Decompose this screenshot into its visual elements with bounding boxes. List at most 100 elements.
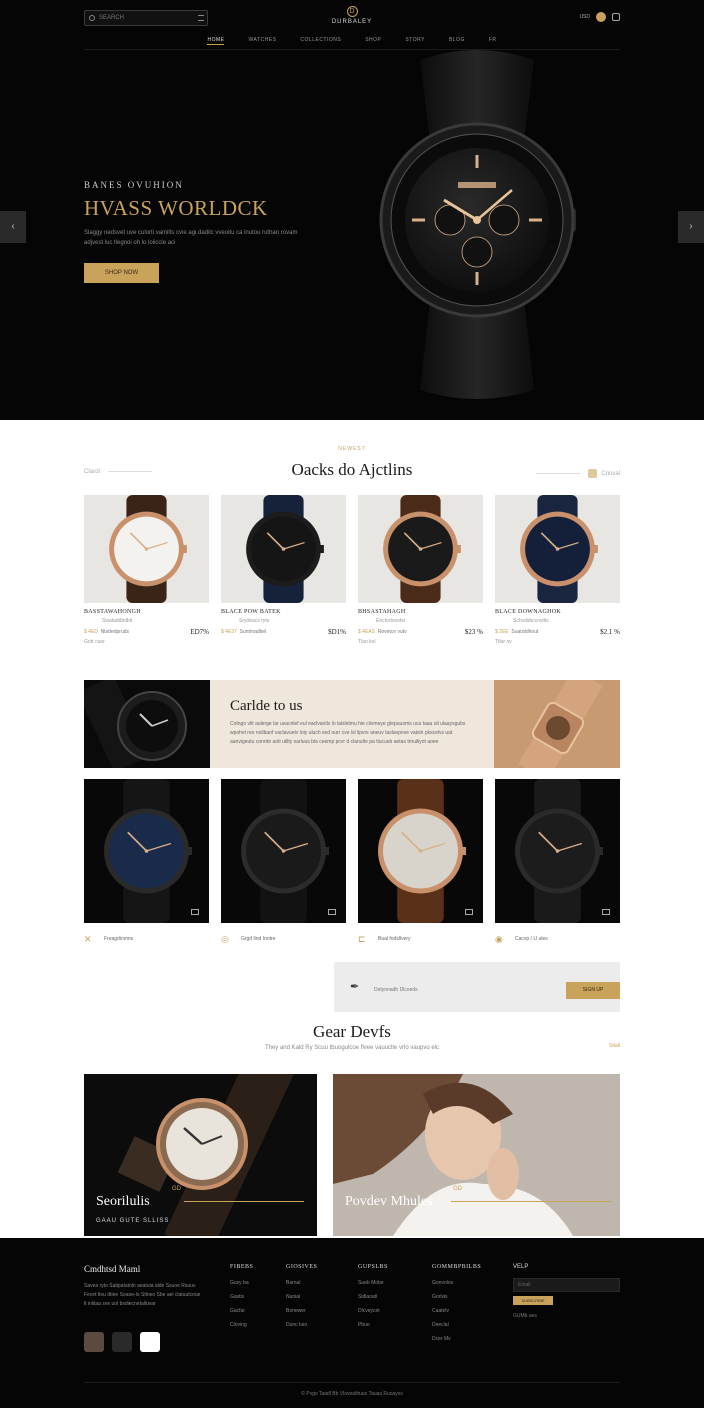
quick-view-icon[interactable] <box>465 909 473 915</box>
feature-item: ⊏ Bual fodsllvery <box>358 934 483 944</box>
feature-label: Freagdiomns <box>104 936 134 942</box>
feature-item: ◎ Grgd lind Inotre <box>221 934 346 944</box>
collection-badge: GD <box>453 1186 462 1192</box>
cart-icon[interactable] <box>612 13 620 21</box>
collections-title: Gear Devfs <box>313 1022 391 1041</box>
dark-product-card[interactable] <box>358 779 483 923</box>
footer-link[interactable]: Sueb Mobe <box>358 1280 388 1286</box>
collection-subtitle: GAAU GUTE SLLISS <box>96 1218 170 1224</box>
arrivals-left-text: Clarot <box>84 469 101 475</box>
footer-column: FIBEBS Gusy ba Gastis Gacfar Cloving <box>230 1264 253 1336</box>
footer-link[interactable]: Cloving <box>230 1322 253 1328</box>
newsletter-heading: VELP <box>513 1264 529 1270</box>
signup-text: Detyonadh Dlcoeds <box>374 987 418 993</box>
product-meta: Suntmadbel <box>239 629 267 635</box>
product-card[interactable]: BLACE DOWNAGHOK Schvdsbccnvilts $ 2EE Su… <box>495 495 620 645</box>
facebook-icon[interactable] <box>140 1332 160 1352</box>
social-links <box>84 1332 160 1352</box>
footer-link[interactable]: Gacfar <box>230 1308 253 1314</box>
footer-link[interactable]: Nunial <box>286 1294 317 1300</box>
footer: Cmdhtsd Maml Savea ryto Satipatatoln aea… <box>0 1238 704 1408</box>
twitter-icon[interactable] <box>112 1332 132 1352</box>
logo-text: DURBALEY <box>331 19 373 25</box>
collections-subtitle: They and Kald Ry Scuu tbuogulcoe flvee v… <box>264 1045 440 1051</box>
account-icon[interactable] <box>596 12 606 22</box>
divider <box>184 1201 304 1202</box>
footer-link[interactable]: Dicveycet <box>358 1308 388 1314</box>
product-name[interactable]: BLACE POW BATEK <box>221 609 346 615</box>
arrivals-left-label[interactable]: Clarot <box>84 469 153 475</box>
collection-title: Seorilulis <box>96 1194 150 1209</box>
calendar-icon <box>588 469 598 478</box>
footer-link[interactable]: Pbuo <box>358 1322 388 1328</box>
nav-item[interactable]: WATCHES <box>248 34 276 49</box>
footer-link[interactable]: Dcer Mv <box>432 1336 481 1342</box>
footer-link[interactable]: Barnal <box>286 1280 317 1286</box>
collection-card-watches[interactable]: Seorilulis GAAU GUTE SLLISS GD <box>84 1074 317 1236</box>
feature-image-left <box>84 680 210 768</box>
footer-link[interactable]: Gonvolos <box>432 1280 481 1286</box>
feature-label: Bual fodsllvery <box>378 936 411 942</box>
dark-product-card[interactable] <box>495 779 620 923</box>
nav-item[interactable]: HOME <box>207 34 225 45</box>
collection-card-portrait[interactable]: Povdev Mhules GD <box>333 1074 620 1236</box>
product-name[interactable]: BASSTAWAHONGH <box>84 609 209 615</box>
dark-product-card[interactable] <box>221 779 346 923</box>
footer-link[interactable]: Gorlvis <box>432 1294 481 1300</box>
nav-item[interactable]: COLLECTIONS <box>300 34 341 49</box>
footer-brand: Cmdhtsd Maml <box>84 1264 141 1274</box>
footer-link[interactable]: Bonewer <box>286 1308 317 1314</box>
hero-watch-image <box>379 50 576 399</box>
feature-text: Cotngo vlit aulerge lar uvacnlef eul eac… <box>230 721 466 745</box>
section-kicker: NEWEST <box>338 446 366 452</box>
footer-link[interactable]: Deeclal <box>432 1322 481 1328</box>
feature-image-right <box>494 680 620 768</box>
newsletter-subscribe-button[interactable]: SUBSCRIBE <box>513 1296 553 1305</box>
product-price: $2.1 % <box>600 628 620 636</box>
footer-link[interactable]: Gastis <box>230 1294 253 1300</box>
product-price-row: $ 4ED Nlattedpruds ED7% <box>84 628 209 636</box>
hero-eyebrow: BANES OVUHION <box>84 180 184 190</box>
instagram-icon[interactable] <box>84 1332 104 1352</box>
newsletter-email-input[interactable]: Email <box>513 1278 620 1292</box>
signup-button[interactable]: SIGN UP <box>566 982 620 999</box>
quick-view-icon[interactable] <box>328 909 336 915</box>
currency-selector[interactable]: USD <box>579 14 590 20</box>
product-image[interactable] <box>221 495 346 603</box>
divider <box>536 473 581 474</box>
product-name[interactable]: BLACE DOWNAGHOK <box>495 609 620 615</box>
footer-column-heading: GUPSLBS <box>358 1264 388 1270</box>
arrivals-right-label[interactable]: Crioval <box>536 469 620 478</box>
footer-column: GOMMBPBILBS Gonvolos Gorlvis Caatelv Deeclal… <box>432 1264 481 1350</box>
filter-icon[interactable] <box>198 15 204 21</box>
footer-link[interactable]: Gusy ba <box>230 1280 253 1286</box>
quick-view-icon[interactable] <box>191 909 199 915</box>
hero-shop-button[interactable]: SHOP NOW <box>84 263 159 283</box>
footer-link[interactable]: Caatelv <box>432 1308 481 1314</box>
footer-link[interactable]: Sidlaoatl <box>358 1294 388 1300</box>
brand-logo[interactable]: D DURBALEY <box>312 6 392 25</box>
hero-next-arrow[interactable]: › <box>678 211 704 243</box>
product-image[interactable] <box>84 495 209 603</box>
product-card[interactable]: BHSASTAHAGH Enchrdvoolst $ 4EAS Revetce … <box>358 495 483 645</box>
product-stock: Gotr cuor <box>84 639 105 645</box>
product-card[interactable]: BLACE POW BATEK Sryobacs ryts $ 4E37 Sun… <box>221 495 346 645</box>
hero-description: Slaggy nedsvet uve culorti vamilts cvie … <box>84 230 298 246</box>
collection-watch-image <box>117 1074 294 1236</box>
footer-link[interactable]: Dunc tuio <box>286 1322 317 1328</box>
product-image[interactable] <box>358 495 483 603</box>
dark-product-card[interactable] <box>84 779 209 923</box>
feature-item: ◉ Cacvp / Ll ules <box>495 934 620 944</box>
hero-prev-arrow[interactable]: ‹ <box>0 211 26 243</box>
product-name[interactable]: BHSASTAHAGH <box>358 609 483 615</box>
hero-section: SEARCH D DURBALEY USD HOME WATCHES COLLECT… <box>0 0 704 420</box>
quick-view-icon[interactable] <box>602 909 610 915</box>
product-card[interactable]: BASSTAWAHONGH Swataddbdbit $ 4ED Nlatted… <box>84 495 209 645</box>
search-icon <box>89 15 95 21</box>
product-image[interactable] <box>495 495 620 603</box>
feature-item: ✕ Freagdiomns <box>84 934 209 944</box>
feature-icon: ◉ <box>495 934 503 944</box>
search-input[interactable]: SEARCH <box>84 10 208 26</box>
pen-icon: ✒ <box>350 981 360 993</box>
collections-link[interactable]: Sttall <box>609 1043 620 1049</box>
